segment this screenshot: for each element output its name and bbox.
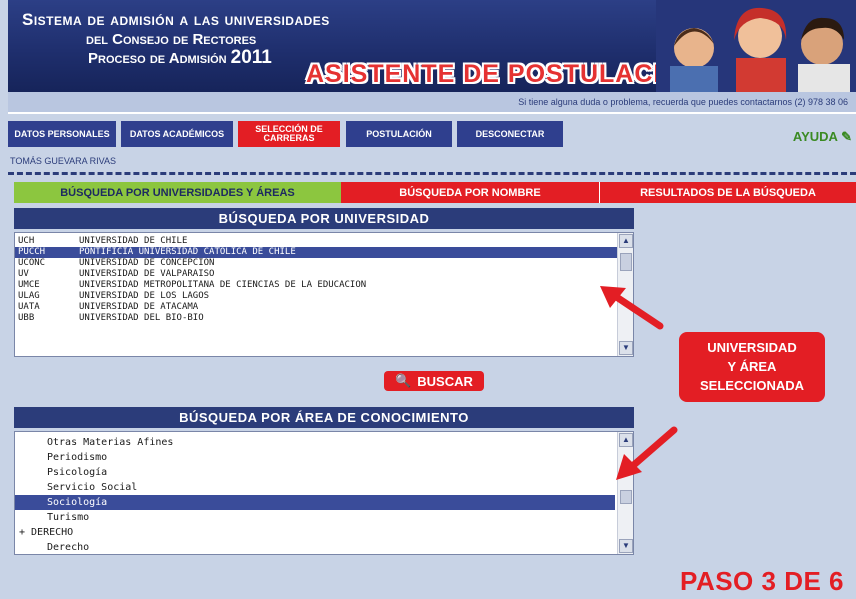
header-year: 2011	[230, 47, 272, 68]
scroll-up-icon[interactable]: ▲	[619, 234, 633, 248]
list-item[interactable]: Otras Materias Afines	[15, 435, 633, 450]
help-icon: ✎	[841, 129, 852, 144]
tab-resultados[interactable]: Resultados de la búsqueda	[599, 182, 856, 203]
list-item[interactable]: ULAG UNIVERSIDAD DE LOS LAGOS	[15, 291, 633, 302]
nav-desconectar[interactable]: Desconectar	[457, 121, 563, 147]
list-item[interactable]: UBB UNIVERSIDAD DEL BIO-BIO	[15, 313, 633, 324]
area-section-title: Búsqueda por área de conocimiento	[14, 407, 634, 428]
step-indicator: PASO 3 DE 6	[680, 566, 844, 596]
list-item[interactable]: Psicología	[15, 465, 633, 480]
callout-box: UNIVERSIDAD Y ÁREA SELECCIONADA	[679, 332, 825, 402]
contact-info: Si tiene alguna duda o problema, recuerd…	[518, 97, 848, 107]
header-line-3: Proceso de Admisión 2011	[88, 47, 272, 68]
nav-postulacion[interactable]: Postulación	[346, 121, 452, 147]
list-item[interactable]: Servicio Social	[15, 480, 633, 495]
search-button[interactable]: 🔍 BUSCAR	[384, 371, 484, 391]
scroll-down-icon[interactable]: ▼	[619, 539, 633, 553]
university-listbox[interactable]: UCH UNIVERSIDAD DE CHILE PUCCH PONTIFICIA …	[14, 232, 634, 357]
dashed-divider	[8, 172, 856, 175]
list-item[interactable]: UCONC UNIVERSIDAD DE CONCEPCION	[15, 258, 633, 269]
list-item[interactable]: UCH UNIVERSIDAD DE CHILE	[15, 236, 633, 247]
tab-nombre[interactable]: Búsqueda por nombre	[341, 182, 599, 203]
nav-datos-academicos[interactable]: Datos Académicos	[121, 121, 233, 147]
list-item-group[interactable]: + DERECHO	[15, 525, 633, 540]
user-name: TOMÁS GUEVARA RIVAS	[10, 156, 117, 166]
search-icon: 🔍	[395, 373, 412, 388]
header-line-2: del Consejo de Rectores	[86, 31, 257, 48]
header-banner: Sistema de admisión a las universidades …	[8, 0, 856, 92]
arrow-icon	[616, 426, 678, 480]
students-photo	[656, 0, 856, 92]
list-item-selected[interactable]: Sociología	[15, 495, 615, 510]
list-item[interactable]: UMCE UNIVERSIDAD METROPOLITANA DE CIENCIA…	[15, 280, 633, 291]
university-section-title: Búsqueda por universidad	[14, 208, 634, 229]
scroll-thumb[interactable]	[620, 490, 632, 504]
area-listbox[interactable]: Otras Materias Afines Periodismo Psicolo…	[14, 431, 634, 555]
list-item[interactable]: UATA UNIVERSIDAD DE ATACAMA	[15, 302, 633, 313]
list-item-selected[interactable]: PUCCH PONTIFICIA UNIVERSIDAD CATOLICA DE …	[15, 247, 633, 258]
help-link[interactable]: AYUDA ✎	[793, 129, 852, 145]
header-line-1: Sistema de admisión a las universidades	[22, 10, 330, 29]
list-item[interactable]: Periodismo	[15, 450, 633, 465]
nav-datos-personales[interactable]: Datos Personales	[8, 121, 116, 147]
list-item[interactable]: Turismo	[15, 510, 633, 525]
assistant-title: ASISTENTE DE POSTULACIÓN	[306, 60, 701, 88]
nav-seleccion-carreras[interactable]: Selección de Carreras	[238, 121, 340, 147]
main-nav: Datos Personales Datos Académicos Selecc…	[8, 118, 856, 150]
scroll-thumb[interactable]	[620, 253, 632, 271]
tab-universidades-areas[interactable]: Búsqueda por universidades y áreas	[14, 182, 341, 203]
list-item[interactable]: Derecho	[15, 540, 633, 554]
arrow-icon	[600, 286, 664, 330]
info-bar: Si tiene alguna duda o problema, recuerd…	[8, 92, 856, 114]
list-item[interactable]: UV UNIVERSIDAD DE VALPARAISO	[15, 269, 633, 280]
scroll-down-icon[interactable]: ▼	[619, 341, 633, 355]
